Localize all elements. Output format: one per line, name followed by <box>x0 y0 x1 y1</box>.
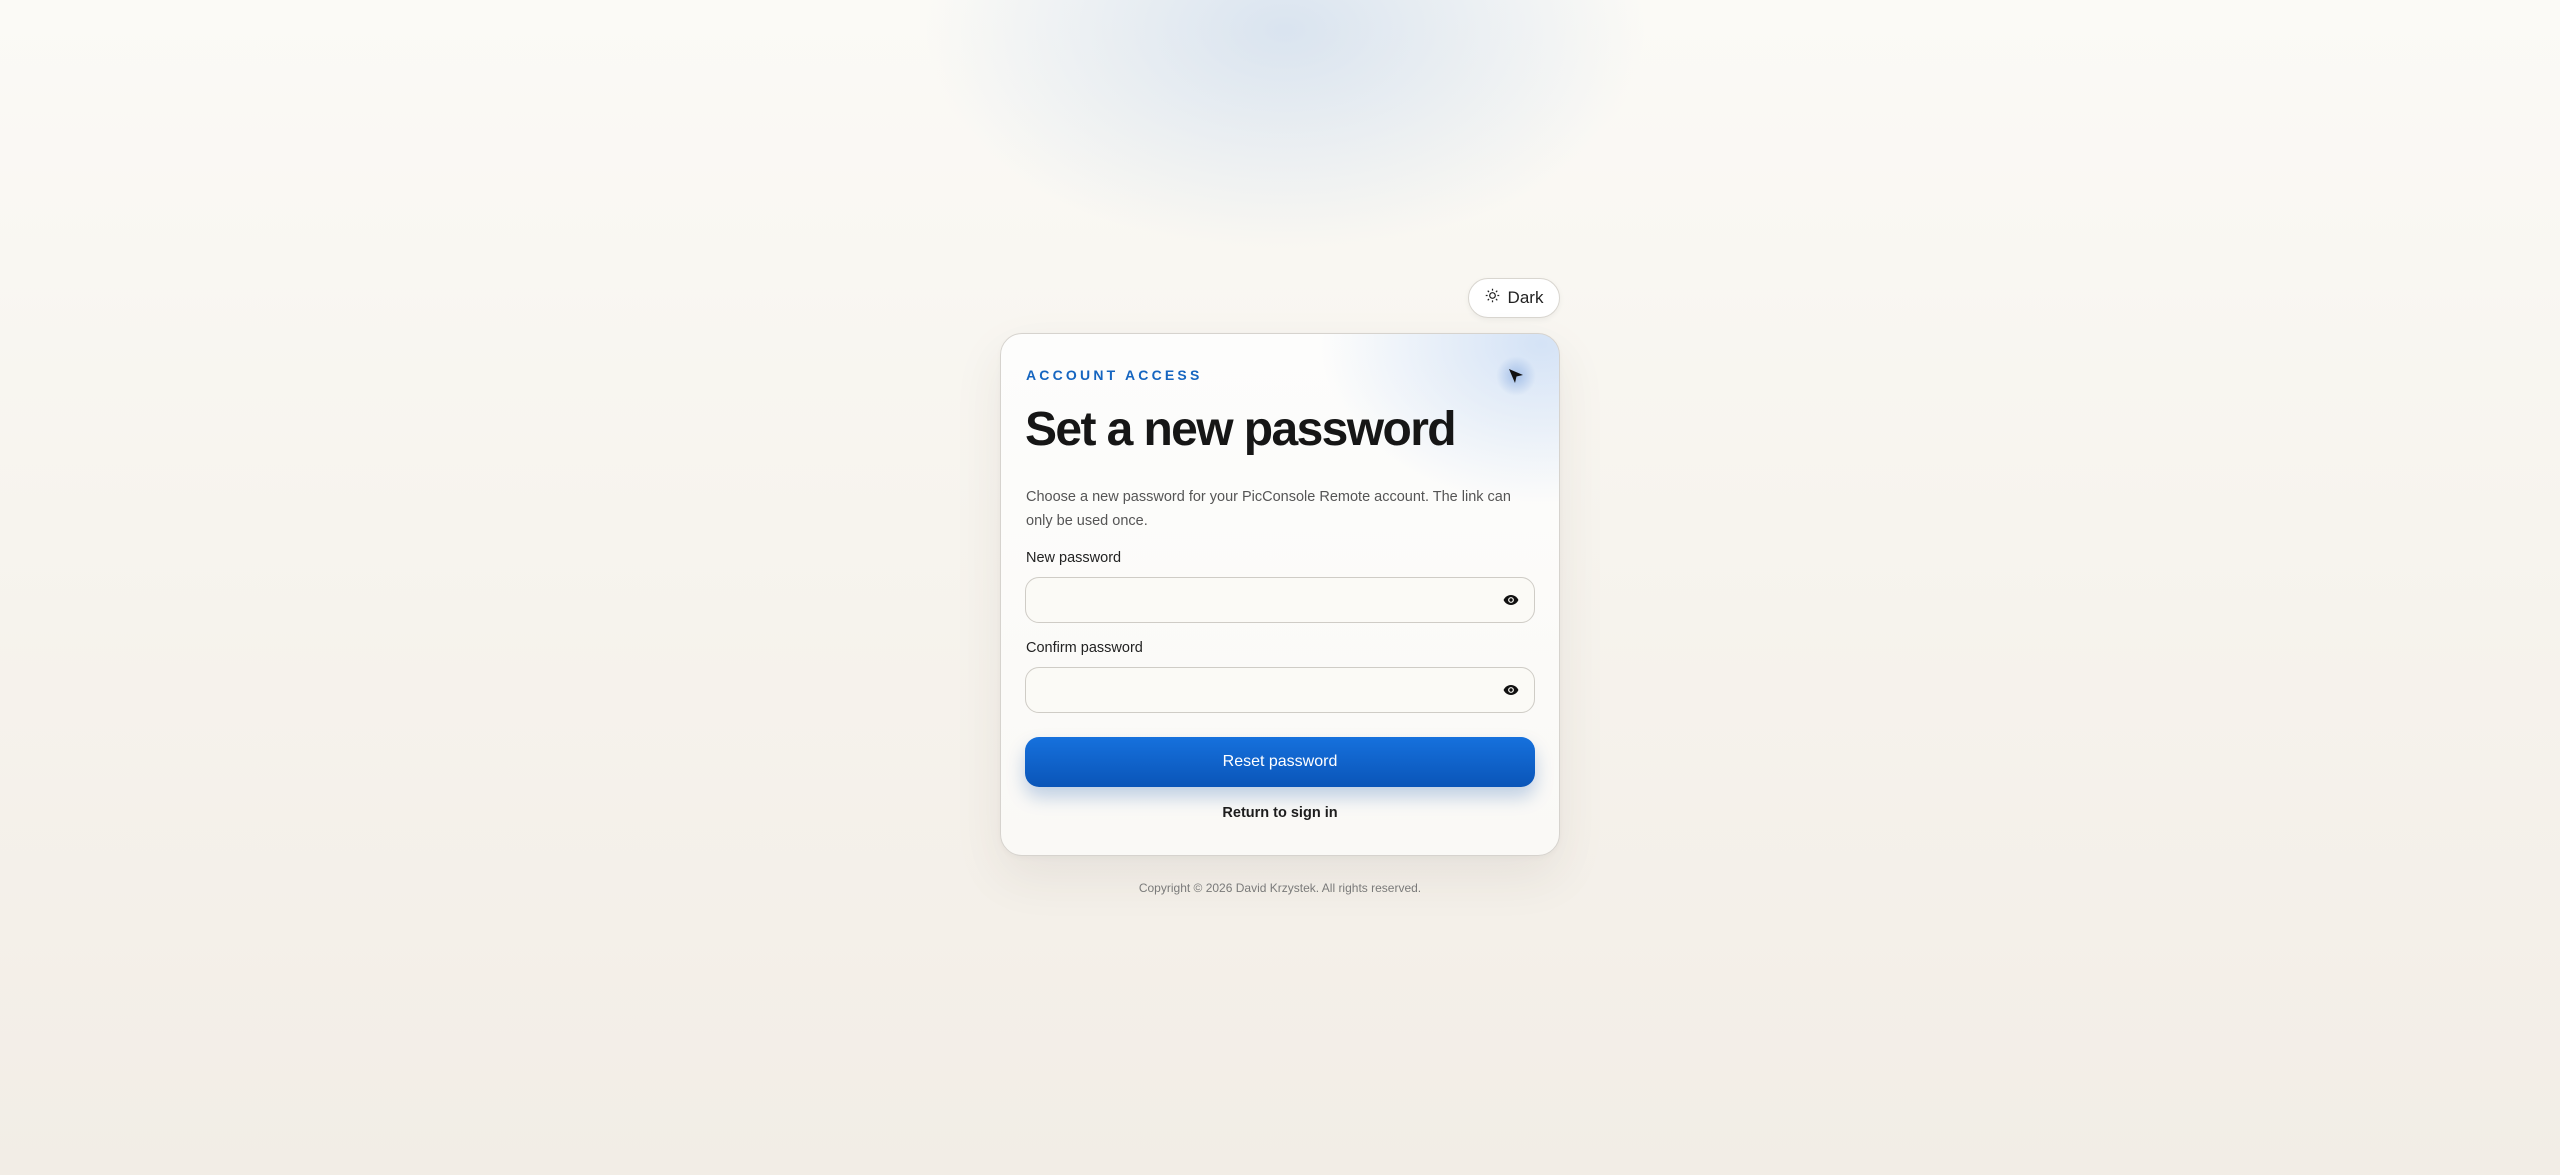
page-title: Set a new password <box>1025 403 1457 456</box>
theme-toggle-label: Dark <box>1507 288 1544 307</box>
footer-copyright: Copyright © 2026 David Krzystek. All rig… <box>1138 881 1422 895</box>
eye-icon[interactable] <box>1502 682 1520 698</box>
reset-password-button[interactable]: Reset password <box>1025 737 1535 787</box>
page-description: Choose a new password for your PicConsol… <box>1026 489 1511 529</box>
return-to-sign-in-link[interactable]: Return to sign in <box>1001 805 1559 821</box>
theme-toggle-button[interactable]: Dark <box>1468 278 1560 318</box>
eyebrow-label: ACCOUNT ACCESS <box>1026 367 1203 383</box>
new-password-field-wrapper <box>1025 577 1535 623</box>
confirm-password-input[interactable] <box>1026 668 1486 712</box>
cursor-arrow-icon <box>1496 356 1536 396</box>
confirm-password-label: Confirm password <box>1026 640 1143 656</box>
sun-icon <box>1485 288 1500 308</box>
new-password-input[interactable] <box>1026 578 1486 622</box>
new-password-label: New password <box>1026 550 1122 566</box>
eye-icon[interactable] <box>1502 592 1520 608</box>
reset-password-card: ACCOUNT ACCESS Set a new password Choose… <box>1000 333 1560 856</box>
confirm-password-field-wrapper <box>1025 667 1535 713</box>
